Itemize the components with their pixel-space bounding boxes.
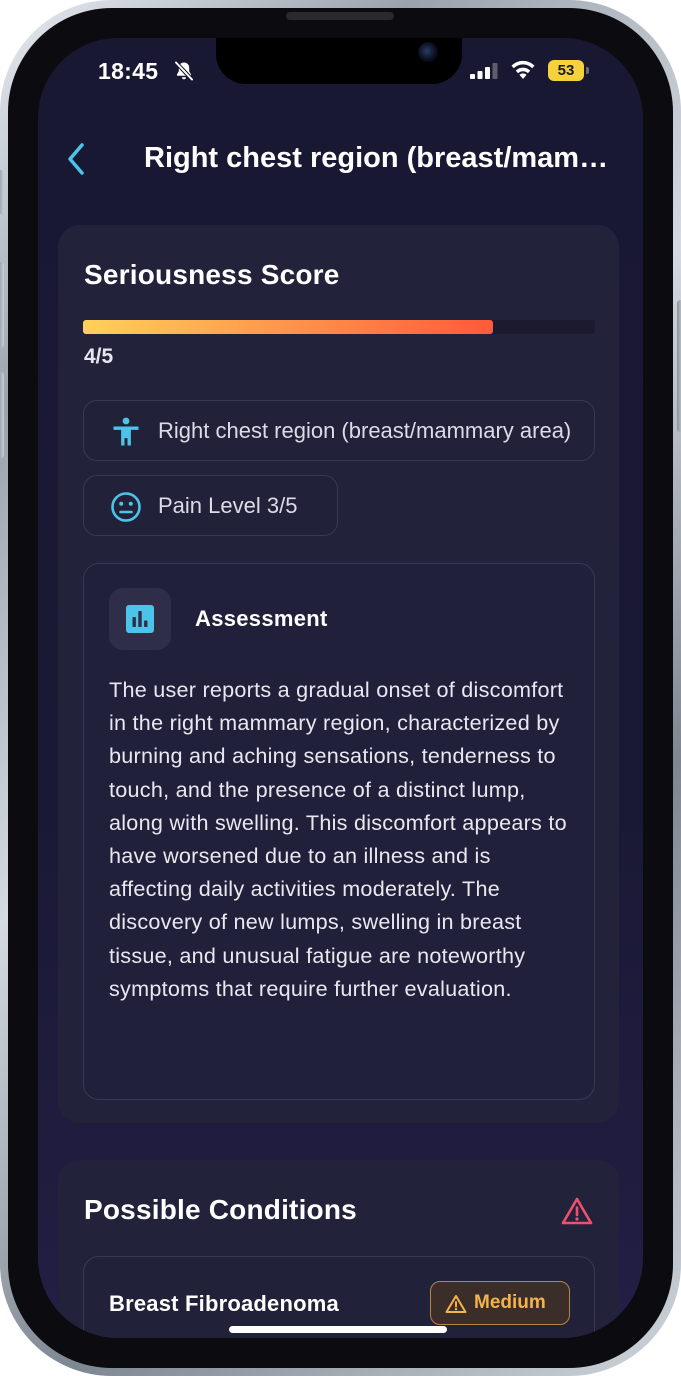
- location-label: Right chest region (breast/mammary area): [158, 418, 572, 443]
- seriousness-progress-bar: [83, 320, 595, 334]
- seriousness-progress-fill: [83, 320, 493, 334]
- page-title: Right chest region (breast/mammary area): [144, 142, 614, 174]
- volume-up-button: [0, 262, 4, 348]
- front-camera: [418, 42, 438, 62]
- seriousness-score: 4/5: [84, 345, 114, 368]
- dynamic-island: [216, 38, 462, 84]
- power-button: [677, 300, 681, 432]
- back-chevron-icon[interactable]: [64, 141, 88, 177]
- earpiece-speaker: [286, 12, 394, 20]
- assessment-text: The user reports a gradual onset of disc…: [109, 677, 567, 1001]
- home-indicator[interactable]: [229, 1326, 447, 1333]
- severity-badge: Medium: [430, 1281, 570, 1325]
- wifi-icon: [511, 60, 535, 79]
- seriousness-title: Seriousness Score: [84, 259, 340, 290]
- assessment-title: Assessment: [195, 606, 328, 631]
- neutral-face-icon: [111, 492, 141, 522]
- battery-tip: [586, 67, 589, 74]
- possible-conditions-card: Possible Conditions Breast Fibroadenoma …: [58, 1160, 619, 1338]
- warning-icon: [561, 1197, 593, 1225]
- person-icon: [113, 417, 139, 446]
- mute-switch: [0, 170, 4, 214]
- assessment-icon-container: [109, 588, 171, 650]
- location-chip: Right chest region (breast/mammary area): [83, 400, 595, 461]
- status-time: 18:45: [98, 58, 159, 84]
- conditions-title: Possible Conditions: [84, 1194, 357, 1225]
- screen: 18:45 53 Right chest region (breast/mamm…: [38, 38, 643, 1338]
- battery-indicator: 53: [548, 60, 584, 81]
- condition-name: Breast Fibroadenoma: [109, 1291, 339, 1316]
- bar-chart-icon: [126, 605, 154, 633]
- seriousness-card: Seriousness Score 4/5 Right chest region…: [58, 225, 619, 1123]
- pain-level-label: Pain Level 3/5: [158, 493, 298, 518]
- cellular-signal-icon: [470, 63, 498, 79]
- bell-slash-icon: [174, 61, 194, 81]
- volume-down-button: [0, 372, 4, 458]
- severity-label: Medium: [474, 1292, 546, 1313]
- assessment-box: Assessment The user reports a gradual on…: [83, 563, 595, 1100]
- pain-level-chip: Pain Level 3/5: [83, 475, 338, 536]
- warning-small-icon: [445, 1295, 467, 1313]
